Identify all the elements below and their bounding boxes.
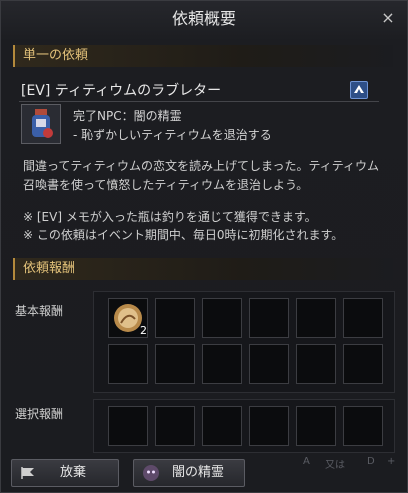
reward-slot[interactable] [249,344,289,384]
choice-slot[interactable] [343,406,383,446]
reward-slot[interactable] [296,298,336,338]
description-line: 召喚書を使って憤怒したティティウムを退治しよう。 [23,178,309,192]
abandon-button[interactable]: 放棄 [11,459,119,487]
reward-slot[interactable]: 2 [108,298,148,338]
choice-slot[interactable] [155,406,195,446]
choice-slot[interactable] [202,406,242,446]
dark-spirit-button[interactable]: 闇の精霊 [133,459,245,487]
choice-slot[interactable] [249,406,289,446]
note-line: ※ この依頼はイベント期間中、毎日0時に初期化されます。 [23,228,344,242]
reward-slot[interactable] [296,344,336,384]
abandon-label: 放棄 [60,465,87,480]
bottle-icon [32,109,53,138]
flag-icon [21,467,34,479]
description-line: 間違ってティティウムの恋文を読み上げてしまった。ティティウム [23,159,380,173]
quest-objective: - 恥ずかしいティティウムを退治する [73,128,272,142]
choice-reward-grid [93,399,395,453]
choice-slot[interactable] [108,406,148,446]
completion-npc: 完了NPC：闇の精霊 [73,109,182,123]
quest-item-icon [21,104,61,144]
navigate-icon[interactable] [350,81,368,99]
reward-slot[interactable] [202,344,242,384]
key-hint-d: D [367,456,375,467]
reward-slot[interactable] [343,298,383,338]
reward-slot[interactable] [249,298,289,338]
basic-reward-label: 基本報酬 [15,304,64,318]
section-rewards: 依頼報酬 [13,258,393,280]
reward-slot[interactable] [155,344,195,384]
reward-slot[interactable] [108,344,148,384]
choice-reward-label: 選択報酬 [15,407,64,421]
key-hint-plus: + [387,456,396,467]
dark-spirit-icon [143,465,159,481]
navigate-arrow-icon [354,85,364,93]
window-title: 依頼概要 [171,9,236,28]
dark-spirit-label: 闇の精霊 [172,465,225,480]
quest-summary-window: 依頼概要 × 単一の依頼 [EV] ティティウムのラブレター 完了NPC：闇の精… [0,0,408,493]
reward-slot[interactable] [155,298,195,338]
item-count: 2 [140,324,147,337]
reward-slot[interactable] [343,344,383,384]
note-line: ※ [EV] メモが入った瓶は釣りを通じて獲得できます。 [23,210,317,224]
section-single-quest: 単一の依頼 [13,45,393,67]
quest-title-divider [19,101,379,102]
close-icon[interactable]: × [379,9,397,27]
choice-slot[interactable] [296,406,336,446]
key-hint-a: A [303,456,310,467]
key-hint-or: 又は [325,460,345,471]
basic-reward-grid: 2 [93,291,395,393]
reward-slot[interactable] [202,298,242,338]
quest-title: [EV] ティティウムのラブレター [21,83,222,99]
